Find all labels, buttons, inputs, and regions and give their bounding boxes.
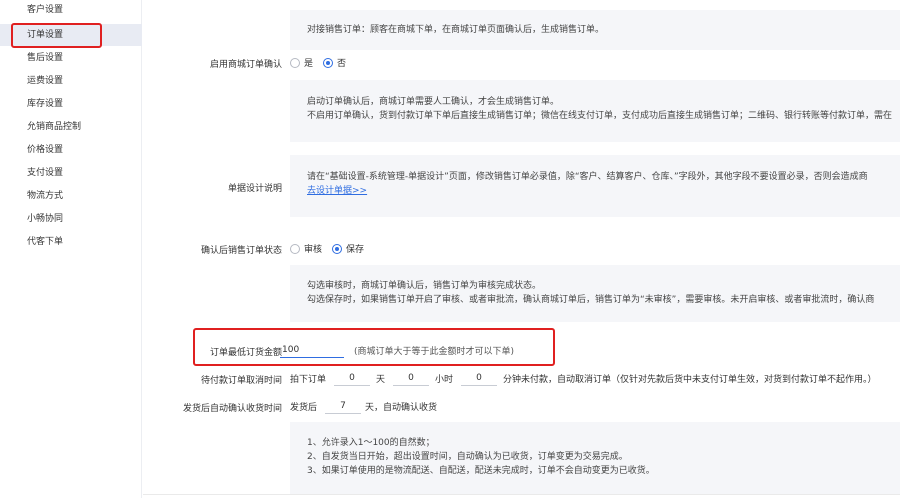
radio-audit[interactable] (290, 243, 300, 254)
sidebar-item-after-sales-settings[interactable]: 售后设置 (0, 47, 142, 69)
cancel-hours-input[interactable]: 0 (393, 370, 430, 386)
cancel-prefix: 拍下订单 (290, 374, 327, 385)
status-desc-line-2: 勾选保存时，如果销售订单开启了审核、或者审批流，确认商城订单后，销售订单为“未审… (307, 295, 875, 305)
auto-receive-prefix: 发货后 (290, 402, 318, 413)
auto-receive-suffix: 天，自动确认收货 (365, 402, 438, 413)
highlight-box-min-amount (193, 328, 555, 366)
cancel-suffix: 分钟未付款，自动取消订单（仅针对先款后货中未支付订单生效，对货到付款订单不起作用… (503, 374, 877, 385)
sidebar-item-price-settings[interactable]: 价格设置 (0, 139, 142, 161)
enable-confirm-label: 启用商城订单确认 (209, 60, 282, 70)
rules-line-1: 1、允许录入1～100的自然数； (307, 438, 435, 448)
sidebar-item-inventory-settings[interactable]: 库存设置 (0, 93, 142, 115)
radio-no-label: 否 (337, 59, 347, 69)
status-description: 勾选审核时，商城订单确认后，销售订单为审核完成状态。 勾选保存时，如果销售订单开… (290, 265, 900, 322)
radio-audit-label: 审核 (304, 245, 323, 255)
sidebar-item-xiaochang-collab[interactable]: 小畅协同 (0, 208, 142, 230)
radio-save-label: 保存 (346, 245, 365, 255)
enable-confirm-no-option[interactable]: 否 (323, 56, 346, 69)
sidebar-item-payment-settings[interactable]: 支付设置 (0, 162, 142, 184)
status-save-option[interactable]: 保存 (332, 242, 364, 255)
radio-no[interactable] (323, 57, 334, 68)
design-note-panel: 请在“基础设置-系统管理-单据设计”页面，修改销售订单必录值，除“客户、结算客户… (290, 155, 900, 217)
sidebar-item-shipping-fee-settings[interactable]: 运费设置 (0, 70, 142, 92)
cancel-hours-unit: 小时 (435, 374, 454, 385)
status-radio-group: 审核 保存 (290, 242, 374, 255)
rules-description: 1、允许录入1～100的自然数； 2、自发货当日开始，超出设置时间，自动确认为已… (290, 422, 900, 494)
bottom-divider (143, 494, 900, 495)
status-audit-option[interactable]: 审核 (290, 242, 322, 255)
sidebar-item-customer-settings[interactable]: 客户设置 (0, 0, 142, 21)
radio-save[interactable] (332, 243, 343, 254)
sidebar-item-logistics[interactable]: 物流方式 (0, 185, 142, 207)
highlight-box-order-settings (11, 23, 102, 48)
cancel-time-label: 待付款订单取消时间 (200, 376, 282, 386)
confirm-desc-line-1: 启动订单确认后，商城订单需要人工确认，才会生成销售订单。 (307, 97, 560, 107)
sidebar: 客户设置 订单设置 售后设置 运费设置 库存设置 允销商品控制 价格设置 支付设… (0, 0, 142, 498)
radio-yes[interactable] (290, 57, 300, 68)
intro-text: 对接销售订单：顾客在商城下单，在商城订单页面确认后，生成销售订单。 (307, 25, 605, 35)
radio-yes-label: 是 (304, 59, 314, 69)
confirm-description: 启动订单确认后，商城订单需要人工确认，才会生成销售订单。 不启用订单确认，货到付… (290, 80, 900, 142)
auto-receive-days-input[interactable]: 7 (325, 398, 362, 414)
design-note-label: 单据设计说明 (227, 184, 282, 194)
cancel-days-unit: 天 (376, 374, 386, 385)
enable-confirm-radio-group: 是 否 (290, 56, 356, 69)
auto-receive-row: 发货后 7 天，自动确认收货 (290, 398, 437, 414)
sidebar-item-proxy-order[interactable]: 代客下单 (0, 231, 142, 253)
auto-receive-label: 发货后自动确认收货时间 (182, 404, 282, 414)
status-after-confirm-label: 确认后销售订单状态 (200, 246, 282, 256)
enable-confirm-yes-option[interactable]: 是 (290, 56, 313, 69)
design-link[interactable]: 去设计单据>> (307, 184, 900, 198)
design-note-text: 请在“基础设置-系统管理-单据设计”页面，修改销售订单必录值，除“客户、结算客户… (307, 172, 868, 182)
rules-line-3: 3、如果订单使用的是物流配送、自配送，配送未完成时，订单不会自动变更为已收货。 (307, 466, 655, 476)
intro-description: 对接销售订单：顾客在商城下单，在商城订单页面确认后，生成销售订单。 (290, 10, 900, 50)
cancel-minutes-input[interactable]: 0 (461, 370, 498, 386)
status-desc-line-1: 勾选审核时，商城订单确认后，销售订单为审核完成状态。 (307, 281, 542, 291)
confirm-desc-line-2: 不启用订单确认，货到付款订单下单后直接生成销售订单；微信在线支付订单，支付成功后… (307, 111, 893, 121)
cancel-time-row: 拍下订单 0 天 0 小时 0 分钟未付款，自动取消订单（仅针对先款后货中未支付… (290, 370, 877, 386)
cancel-days-input[interactable]: 0 (334, 370, 371, 386)
sidebar-item-allowed-products[interactable]: 允销商品控制 (0, 116, 142, 138)
rules-line-2: 2、自发货当日开始，超出设置时间，自动确认为已收货，订单变更为交易完成。 (307, 452, 628, 462)
